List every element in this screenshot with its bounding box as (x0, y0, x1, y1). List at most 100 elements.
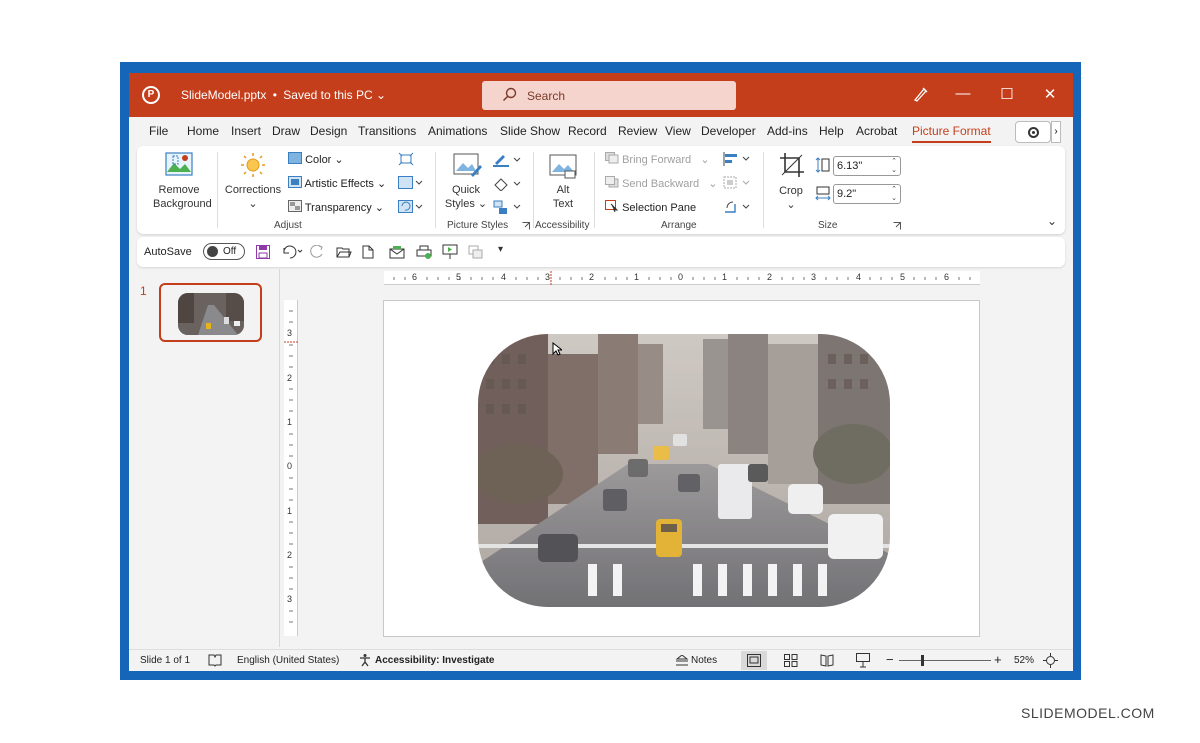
selection-pane-icon (605, 200, 619, 213)
tab-slide-show[interactable]: Slide Show (500, 124, 560, 138)
spinner-icon[interactable]: ⌃ ⌄ (891, 157, 897, 175)
zoom-slider-thumb[interactable] (921, 655, 924, 666)
corrections-button[interactable]: Corrections ⌄ (223, 183, 283, 211)
tab-view[interactable]: View (665, 124, 691, 138)
undo-icon[interactable] (281, 245, 305, 259)
rotate-icon[interactable] (723, 200, 753, 214)
email-icon[interactable] (389, 245, 405, 259)
maximize-button[interactable]: ☐ (997, 85, 1017, 103)
ruler-label: 6 (944, 272, 950, 282)
bring-forward-label: Bring Forward (622, 154, 692, 166)
zoom-slider-track[interactable] (899, 660, 991, 661)
notes-button[interactable]: Notes (691, 655, 717, 666)
spelling-check-icon[interactable] (208, 654, 222, 667)
selection-pane-button[interactable]: Selection Pane (605, 200, 696, 214)
chevron-down-icon: ⌄ (376, 88, 387, 102)
bring-forward-button[interactable]: Bring Forward ⌄ (605, 152, 710, 166)
autosave-toggle[interactable]: Off (203, 243, 245, 260)
quick-print-icon[interactable] (416, 245, 432, 259)
picture-styles-group-label: Picture Styles (447, 220, 509, 231)
ruler-label: 6 (412, 272, 418, 282)
tab-record[interactable]: Record (568, 124, 607, 138)
zoom-level[interactable]: 52% (1014, 655, 1034, 666)
customize-toolbar-icon[interactable]: ▾ (498, 244, 503, 255)
group-separator (217, 152, 218, 228)
close-button[interactable]: ✕ (1040, 85, 1060, 103)
record-button[interactable] (1015, 121, 1051, 143)
tab-help[interactable]: Help (819, 124, 844, 138)
tab-insert[interactable]: Insert (231, 124, 261, 138)
dialog-launcher-icon[interactable] (893, 222, 901, 230)
tab-developer[interactable]: Developer (701, 124, 756, 138)
ruler-label: 2 (589, 272, 595, 282)
minimize-button[interactable]: — (953, 85, 973, 102)
compress-pictures-icon[interactable] (398, 152, 414, 166)
spinner-icon[interactable]: ⌃ ⌄ (891, 185, 897, 203)
chevron-down-icon: ⌄ (694, 154, 710, 166)
redo-icon[interactable] (310, 245, 324, 259)
normal-view-icon[interactable] (747, 654, 761, 667)
document-title[interactable]: SlideModel.pptx • Saved to this PC ⌄ (181, 88, 386, 102)
dialog-launcher-icon[interactable] (522, 222, 530, 230)
transparency-button[interactable]: Transparency ⌄ (288, 200, 384, 214)
change-picture-icon[interactable] (398, 176, 424, 190)
slide-info[interactable]: Slide 1 of 1 (140, 655, 190, 666)
tab-transitions[interactable]: Transitions (358, 124, 416, 138)
ruler-label: 2 (287, 550, 293, 560)
alt-text-label-1: Alt (556, 184, 570, 196)
shape-width-input[interactable]: 9.2" ⌃ ⌄ (833, 184, 901, 204)
color-icon (288, 152, 302, 164)
save-icon[interactable] (256, 245, 270, 259)
send-backward-button[interactable]: Send Backward ⌄ (605, 176, 718, 190)
shape-height-value: 6.13" (837, 160, 863, 172)
slide-canvas[interactable] (383, 300, 980, 637)
fit-to-window-icon[interactable] (1043, 653, 1058, 668)
alt-text-button[interactable]: Alt Text (539, 183, 587, 211)
slide-sorter-icon[interactable] (784, 654, 798, 667)
language-indicator[interactable]: English (United States) (237, 655, 339, 666)
tab-file[interactable]: File (149, 124, 168, 138)
collapse-ribbon-icon[interactable]: ⌄ (1047, 214, 1057, 228)
artistic-effects-icon (288, 176, 302, 188)
tab-picture-format[interactable]: Picture Format (912, 124, 991, 143)
crop-button[interactable]: Crop ⌄ (773, 184, 809, 212)
reading-view-icon[interactable] (820, 654, 834, 667)
title-bar: P SlideModel.pptx • Saved to this PC ⌄ S… (129, 73, 1073, 117)
picture-border-icon[interactable] (493, 153, 523, 167)
send-backward-icon (605, 176, 619, 188)
accessibility-status[interactable]: Accessibility: Investigate (375, 655, 495, 666)
picture-layout-icon[interactable] (493, 200, 523, 216)
tab-draw[interactable]: Draw (272, 124, 300, 138)
slide-thumbnail[interactable] (159, 283, 262, 342)
picture-effects-icon[interactable] (493, 177, 523, 191)
shape-height-input[interactable]: 6.13" ⌃ ⌄ (833, 156, 901, 176)
align-icon[interactable] (723, 152, 753, 166)
remove-background-button[interactable]: Remove Background (153, 183, 212, 211)
zoom-out-button[interactable]: − (886, 652, 894, 667)
tab-add-ins[interactable]: Add-ins (767, 124, 808, 138)
zoom-in-button[interactable]: + (994, 652, 1002, 667)
shape-width-value: 9.2" (837, 188, 857, 200)
new-file-icon[interactable] (362, 245, 374, 259)
city-street-picture[interactable] (478, 334, 890, 607)
thumbnail-image (178, 293, 244, 335)
tabs-scroll-right-icon[interactable]: › (1051, 121, 1061, 143)
group-objects-icon[interactable] (723, 176, 753, 190)
open-folder-icon[interactable] (336, 246, 352, 258)
duplicate-slide-icon[interactable] (468, 245, 484, 259)
tab-acrobat[interactable]: Acrobat (856, 124, 897, 138)
present-from-beginning-icon[interactable] (442, 244, 458, 260)
artistic-effects-button[interactable]: Artistic Effects ⌄ (288, 176, 386, 190)
tab-home[interactable]: Home (187, 124, 219, 138)
slide-show-icon[interactable] (856, 653, 870, 668)
pen-icon[interactable] (911, 85, 931, 107)
reset-picture-icon[interactable] (398, 200, 424, 214)
color-button[interactable]: Color ⌄ (288, 152, 344, 166)
chevron-down-icon: ⌄ (702, 178, 718, 190)
tab-design[interactable]: Design (310, 124, 347, 138)
quick-styles-button[interactable]: Quick Styles ⌄ (442, 183, 490, 211)
title-separator: • (272, 88, 277, 102)
search-box[interactable]: Search (482, 81, 736, 110)
tab-review[interactable]: Review (618, 124, 657, 138)
tab-animations[interactable]: Animations (428, 124, 487, 138)
